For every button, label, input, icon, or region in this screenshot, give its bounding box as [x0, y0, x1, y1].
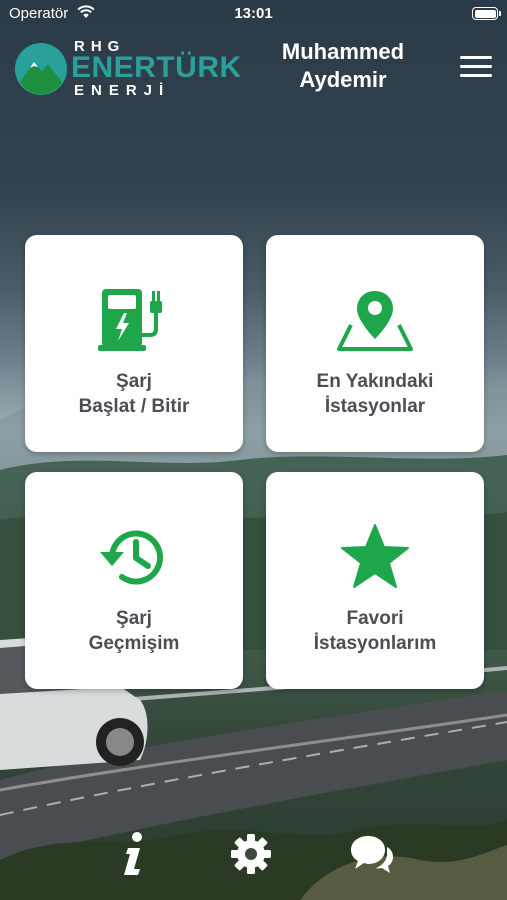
hamburger-menu-icon[interactable] — [460, 54, 494, 80]
card-label-line1: En Yakındaki — [316, 371, 434, 392]
logo-text-enerji: ENERJİ — [74, 82, 171, 99]
logo-mountain-icon — [15, 43, 67, 95]
clock: 13:01 — [234, 5, 273, 22]
card-label-line2: İstasyonlar — [324, 396, 426, 417]
info-icon[interactable] — [114, 830, 154, 878]
card-label-line2: İstasyonlarım — [313, 633, 437, 654]
card-label: Favori İstasyonlarım — [266, 606, 484, 656]
card-label-line2: Geçmişim — [88, 633, 180, 654]
card-label-line1: Favori — [346, 608, 404, 629]
ev-charger-icon — [25, 285, 243, 355]
card-label: En Yakındaki İstasyonlar — [266, 369, 484, 419]
card-label-line1: Şarj — [116, 608, 152, 629]
card-label-line2: Başlat / Bitir — [78, 396, 190, 417]
status-bar: Operatör 13:01 — [0, 0, 507, 28]
history-clock-icon — [25, 522, 243, 592]
card-label: Şarj Geçmişim — [25, 606, 243, 656]
card-label: Şarj Başlat / Bitir — [25, 369, 243, 419]
chat-icon[interactable] — [346, 830, 396, 878]
start-stop-charge-card[interactable]: Şarj Başlat / Bitir — [25, 235, 243, 452]
star-icon — [266, 522, 484, 592]
nearest-stations-card[interactable]: En Yakındaki İstasyonlar — [266, 235, 484, 452]
brand-logo: RHG ENERTÜRK ENERJİ — [14, 38, 241, 99]
charge-history-card[interactable]: Şarj Geçmişim — [25, 472, 243, 689]
logo-text-enerturk: ENERTÜRK — [71, 51, 242, 84]
favorite-stations-card[interactable]: Favori İstasyonlarım — [266, 472, 484, 689]
gear-icon[interactable] — [228, 830, 274, 878]
app-header: RHG ENERTÜRK ENERJİ Muhammed Aydemir — [0, 34, 507, 104]
user-name: Muhammed Aydemir — [281, 39, 405, 92]
card-label-line1: Şarj — [116, 371, 152, 392]
battery-icon — [472, 7, 501, 20]
map-pin-icon — [266, 285, 484, 355]
